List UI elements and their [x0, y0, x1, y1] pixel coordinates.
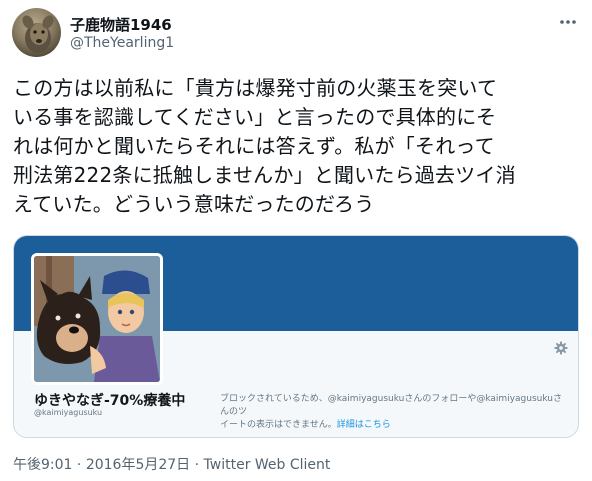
deer-avatar-icon: [22, 15, 54, 53]
embedded-profile-card[interactable]: ゆきやなぎ-70%療養中 @kaimiyagusuku ブロックされているため、…: [13, 235, 579, 438]
meta-separator: ·: [190, 457, 204, 473]
profile-picture[interactable]: [31, 253, 163, 385]
author-handle[interactable]: @TheYearling1: [70, 35, 174, 51]
author-display-name[interactable]: 子鹿物語1946: [70, 14, 172, 35]
blocked-message-line1: ブロックされているため、@kaimiyagusukuさんのフォローや@kaimi…: [220, 394, 562, 417]
blocked-message: ブロックされているため、@kaimiyagusukuさんのフォローや@kaimi…: [220, 393, 570, 432]
tweet-text: この方は以前私に「貴方は爆発寸前の火薬玉を突いて いる事を認識してください」と言…: [13, 76, 516, 216]
card-display-name[interactable]: ゆきやなぎ-70%療養中: [34, 390, 185, 410]
dog-and-boy-avatar-icon: [34, 256, 160, 382]
tweet-header: 子鹿物語1946 @TheYearling1: [12, 8, 580, 60]
author-avatar[interactable]: [12, 8, 61, 57]
blocked-message-line2: イートの表示はできません。: [220, 420, 337, 430]
details-link[interactable]: 詳細はこちら: [337, 420, 391, 430]
tweet-date[interactable]: 2016年5月27日: [86, 457, 190, 473]
card-handle[interactable]: @kaimiyagusuku: [34, 408, 102, 417]
tweet-client: Twitter Web Client: [203, 457, 331, 473]
meta-separator: ·: [72, 457, 86, 473]
gear-icon: [554, 341, 568, 355]
tweet-time[interactable]: 午後9:01: [13, 457, 72, 473]
settings-gear-button[interactable]: [554, 340, 568, 355]
more-options-button[interactable]: [556, 12, 580, 32]
tweet-meta: 午後9:01 · 2016年5月27日 · Twitter Web Client: [13, 454, 330, 474]
more-dots-icon: [560, 20, 576, 24]
